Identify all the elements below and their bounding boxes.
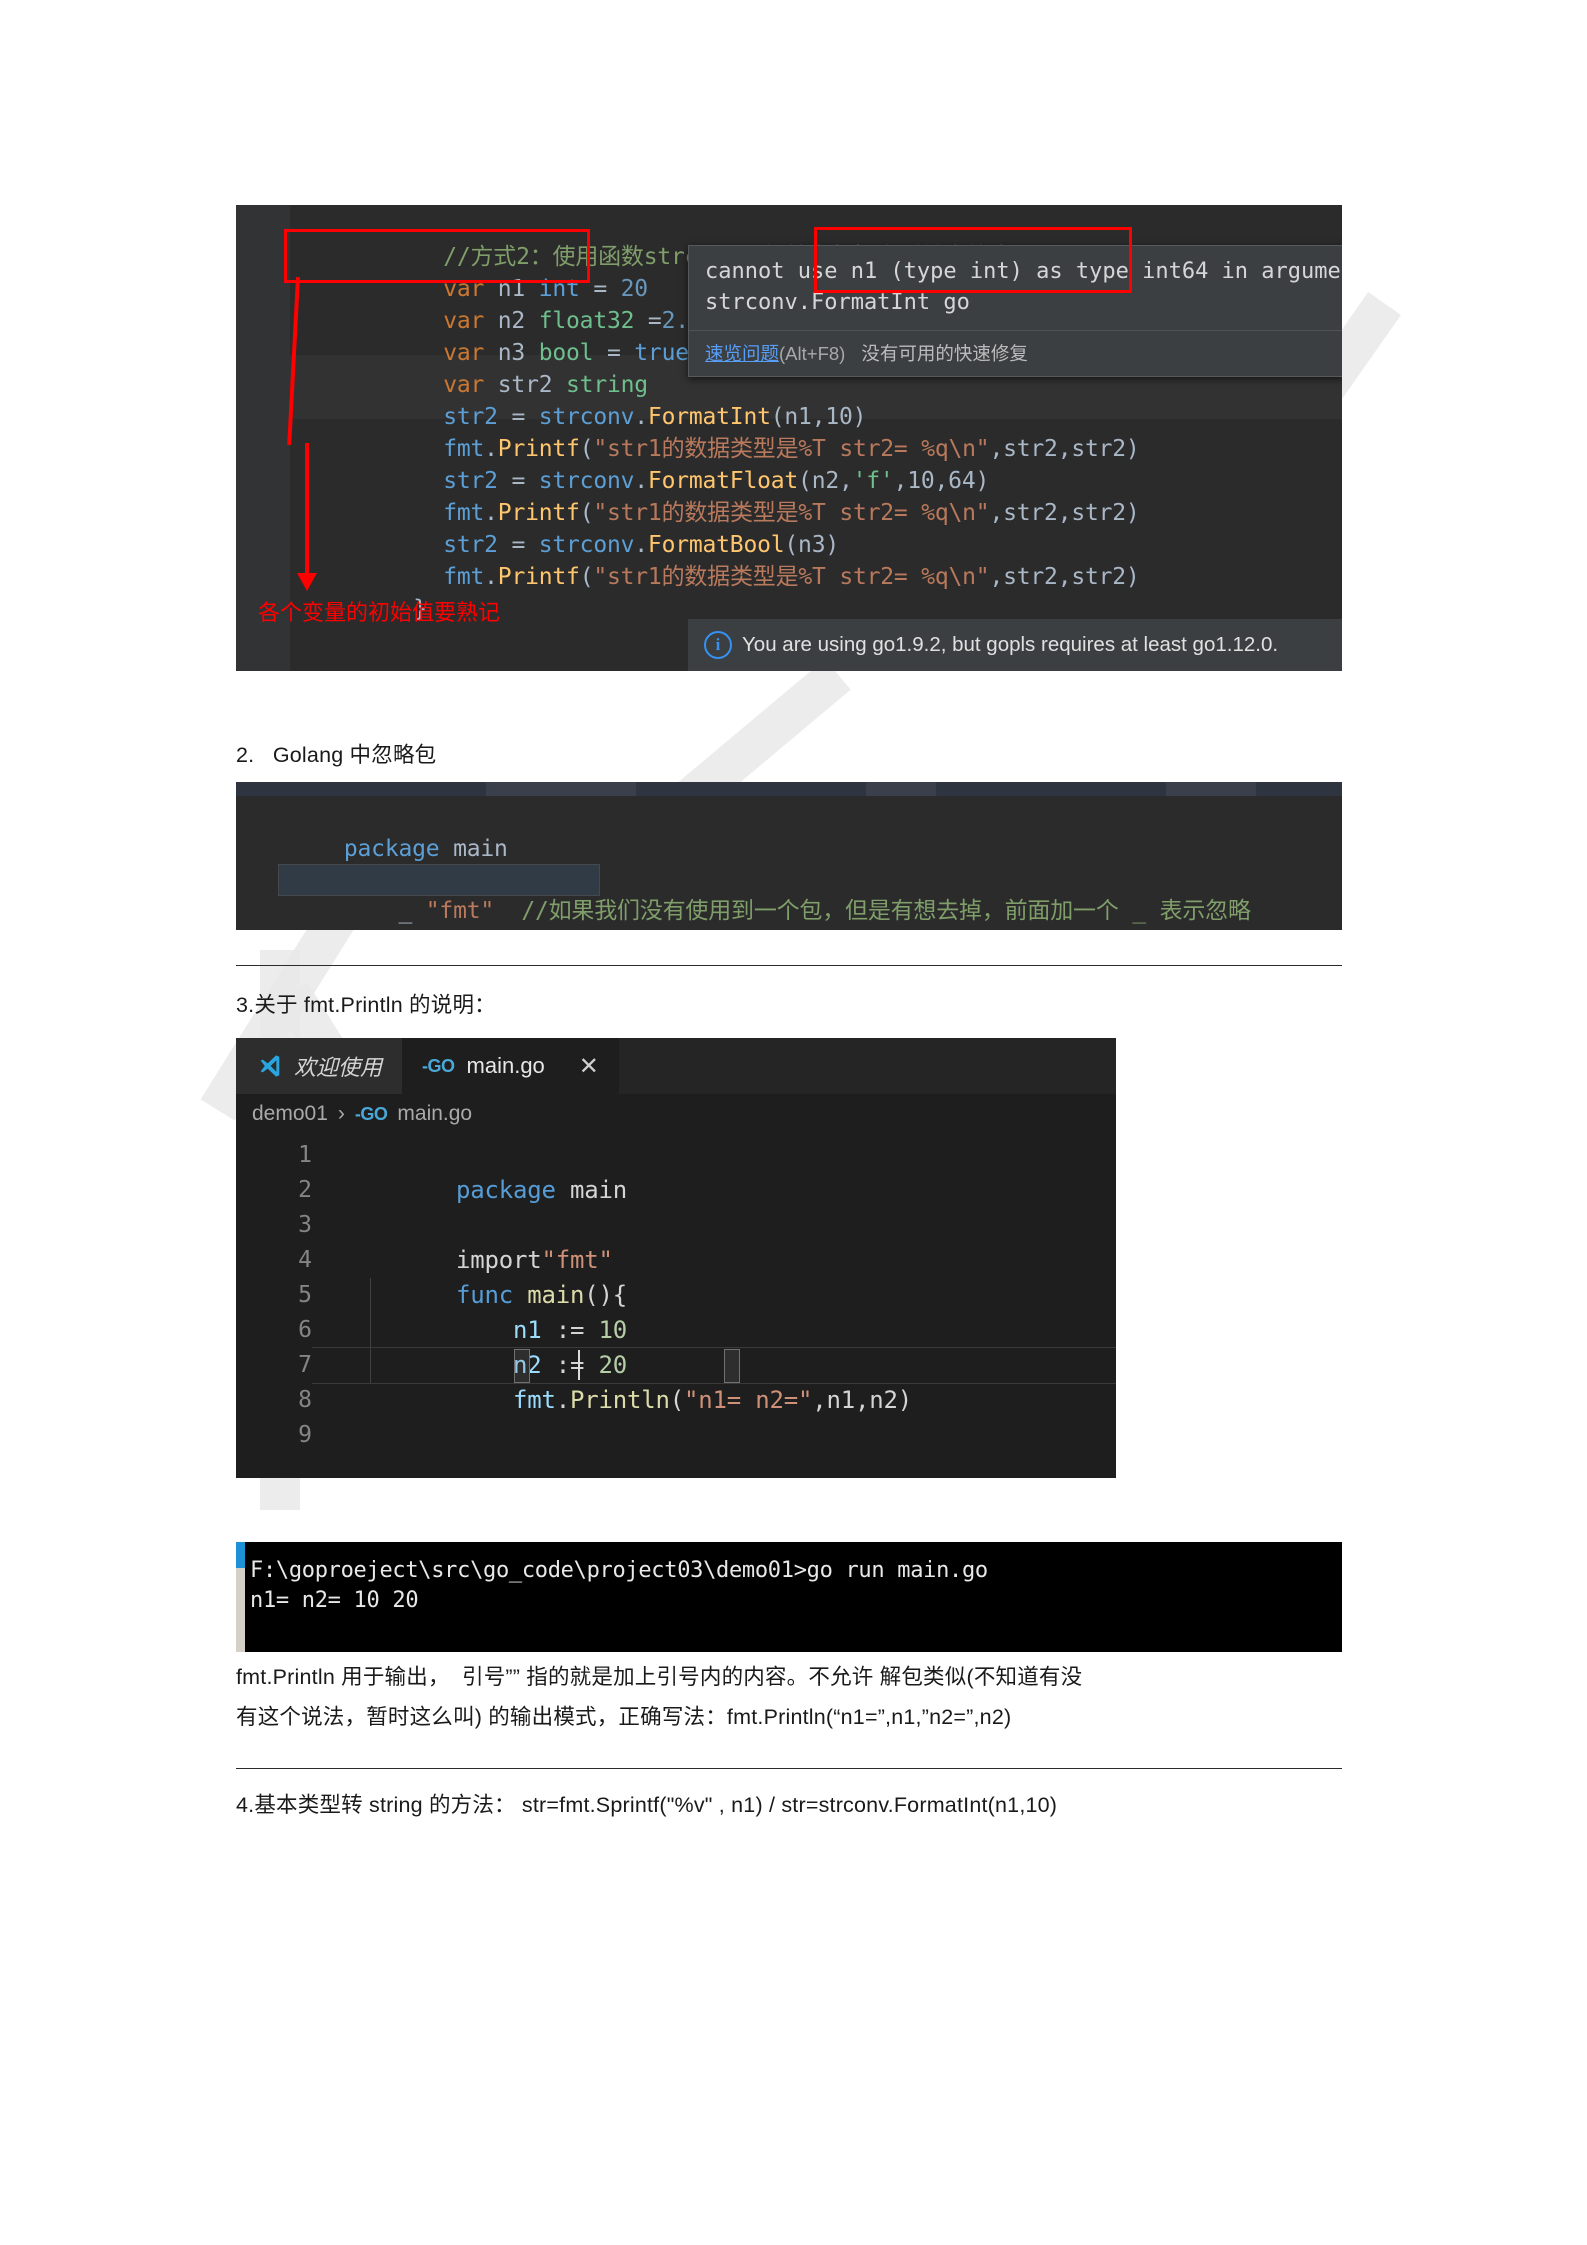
- info-icon: i: [704, 631, 732, 659]
- line-number: 9: [298, 1422, 312, 1448]
- line-number: 2: [298, 1177, 312, 1203]
- annotation-arrowhead: [297, 573, 317, 591]
- heading-golang-ignore-package: 2. Golang 中忽略包: [236, 743, 437, 767]
- chevron-right-icon: ›: [337, 1102, 345, 1125]
- figure-vscode-window: 欢迎使用 -GO main.go ✕ demo01 › -GO main.go …: [236, 1038, 1116, 1478]
- line-number: 6: [298, 1317, 312, 1343]
- figure-import-ignore: package main import ( _ "fmt" //如果我们没有使用…: [236, 782, 1342, 930]
- quick-fix-none-label: 没有可用的快速修复: [861, 343, 1028, 364]
- line-number: 3: [298, 1212, 312, 1238]
- import-ignore-comment: //如果我们没有使用到一个包，但是有想去掉，前面加一个 _ 表示忽略: [521, 898, 1251, 924]
- tab-main-go[interactable]: -GO main.go ✕: [402, 1038, 619, 1094]
- quick-fix-shortcut: (Alt+F8): [779, 343, 846, 364]
- terminal-scrollbar[interactable]: [236, 1542, 245, 1652]
- bracket-match-close: [724, 1349, 740, 1383]
- terminal-scrollbar-thumb[interactable]: [236, 1542, 245, 1568]
- breadcrumb-file[interactable]: main.go: [397, 1102, 472, 1126]
- quick-fix-link[interactable]: 速览问题: [705, 343, 779, 364]
- line-number: 1: [298, 1142, 312, 1168]
- terminal-command-line: F:\goproeject\src\go_code\project03\demo…: [250, 1558, 988, 1583]
- line-number: 7: [298, 1352, 312, 1378]
- divider-above-heading4: [236, 1768, 1342, 1769]
- code-line-import-fmt-ignored: _ "fmt" //如果我们没有使用到一个包，但是有想去掉，前面加一个 _ 表示…: [343, 898, 1251, 924]
- editor-top-strip: [236, 782, 1342, 796]
- go-version-status-text: You are using go1.9.2, but gopls require…: [742, 633, 1279, 656]
- text-caret: [578, 1350, 580, 1380]
- line-number: 8: [298, 1387, 312, 1413]
- go-file-icon: -GO: [422, 1055, 455, 1076]
- annotation-arrow-shaft-2: [305, 443, 309, 577]
- editor-tab-bar: 欢迎使用 -GO main.go ✕: [236, 1038, 1116, 1094]
- code-line-import-close: ): [262, 896, 358, 930]
- divider-above-heading3: [236, 965, 1342, 966]
- go-version-status-bar: i You are using go1.9.2, but gopls requi…: [688, 619, 1342, 671]
- error-message-line2: strconv.FormatInt go: [705, 290, 970, 315]
- terminal-output-line: n1= n2= 10 20: [250, 1588, 419, 1613]
- figure-cmd-terminal: F:\goproeject\src\go_code\project03\demo…: [236, 1542, 1342, 1652]
- annotation-box-var-n1: [284, 229, 590, 283]
- line-number: 4: [298, 1247, 312, 1273]
- line-number: 5: [298, 1282, 312, 1308]
- heading-println-explanation: 3.关于 fmt.Println 的说明：: [236, 993, 496, 1017]
- figure-goland-editor-error: //方式2：使用函数strconv进行基本数据类型转字符串 var n1 int…: [236, 205, 1342, 671]
- breadcrumb-folder[interactable]: demo01: [252, 1102, 328, 1126]
- breadcrumb: demo01 › -GO main.go: [236, 1094, 1116, 1134]
- paragraph-println-explanation-line2: 有这个说法，暂时这么叫) 的输出模式，正确写法：fmt.Println(“n1=…: [236, 1705, 1012, 1729]
- error-actions: 速览问题(Alt+F8) 没有可用的快速修复: [689, 330, 1342, 376]
- close-icon[interactable]: ✕: [579, 1052, 599, 1080]
- code-line-println: fmt.Println("n1= n2=",n1,n2): [513, 1386, 912, 1414]
- vscode-logo-icon: [260, 1055, 280, 1077]
- annotation-text-initial-values: 各个变量的初始值要熟记: [258, 600, 501, 625]
- vscode-code-area[interactable]: 1 2 3 4 5 6 7 8 9 package main import"fm…: [236, 1134, 1116, 1478]
- bracket-match-open: [514, 1349, 530, 1383]
- annotation-box-error-type: [814, 227, 1132, 293]
- heading-basic-type-to-string: 4.基本类型转 string 的方法： str=fmt.Sprintf("%v"…: [236, 1793, 1058, 1817]
- paragraph-println-explanation-line1: fmt.Println 用于输出， 引号”” 指的就是加上引号内的内容。不允许 …: [236, 1665, 1083, 1689]
- tab-welcome[interactable]: 欢迎使用: [236, 1038, 403, 1094]
- tab-main-go-label: main.go: [466, 1053, 545, 1078]
- go-file-icon: -GO: [354, 1103, 388, 1124]
- tab-welcome-label: 欢迎使用: [294, 1055, 383, 1080]
